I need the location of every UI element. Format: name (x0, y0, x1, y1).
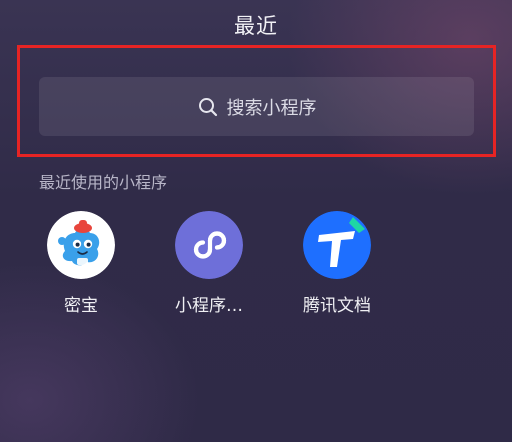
app-item-mini-program[interactable]: 小程序… (168, 211, 250, 316)
mini-program-logo-icon (175, 211, 243, 279)
mibao-mascot-icon (47, 211, 115, 279)
app-name: 密宝 (64, 296, 98, 316)
recent-section-title: 最近使用的小程序 (39, 173, 168, 192)
search-bar[interactable]: 搜索小程序 (39, 77, 474, 136)
search-icon (197, 96, 219, 118)
app-name: 小程序… (175, 296, 243, 316)
app-item-tencent-docs[interactable]: 腾讯文档 (296, 211, 378, 316)
recent-apps-list: 密宝 小程序… 腾讯文档 (40, 211, 378, 316)
tencent-docs-icon (303, 211, 371, 279)
search-placeholder: 搜索小程序 (226, 97, 317, 119)
page-title: 最近 (234, 14, 278, 38)
app-name: 腾讯文档 (303, 296, 371, 316)
app-item-mibao[interactable]: 密宝 (40, 211, 122, 316)
